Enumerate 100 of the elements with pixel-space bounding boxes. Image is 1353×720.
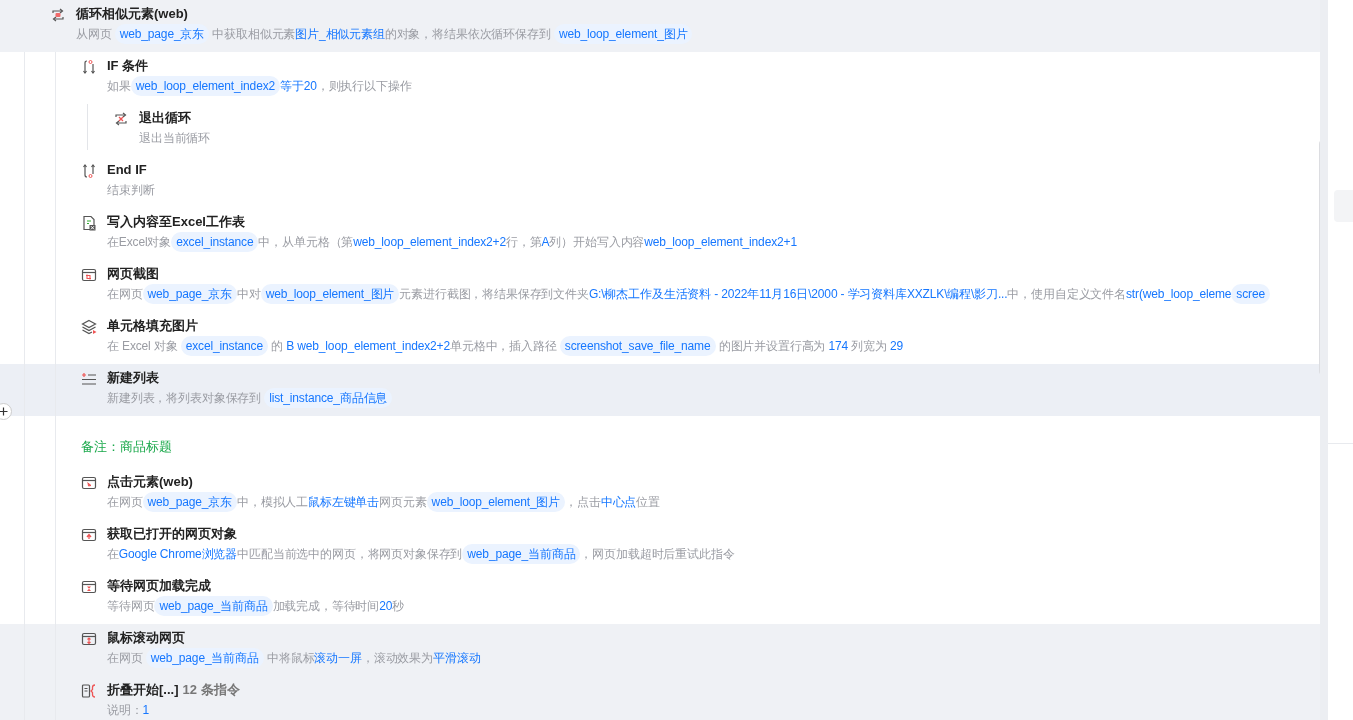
variable-tag[interactable]: web_page_京东	[142, 492, 237, 512]
description-text: 秒	[392, 598, 405, 615]
list-icon	[81, 371, 97, 387]
description-text: 网页元素	[379, 494, 427, 511]
description-text: ，滚动效果为	[361, 650, 433, 667]
variable-tag[interactable]: web_page_当前商品	[154, 596, 273, 616]
description-text: 在	[107, 546, 119, 563]
description-text: 在 Excel 对象	[107, 338, 179, 355]
step-row[interactable]: 新建列表 新建列表，将列表对象保存到 list_instance_商品信息	[0, 364, 1320, 416]
step-title: End IF	[107, 162, 147, 177]
variable-tag[interactable]: web_loop_element_图片	[553, 24, 693, 44]
end-branch-icon	[81, 163, 97, 179]
description-text: 说明：	[107, 702, 143, 719]
variable-tag[interactable]: screenshot_save_file_name	[559, 336, 716, 356]
browser-crop-icon	[81, 267, 97, 283]
parameter-value: 滚动一屏	[314, 650, 362, 667]
step-row[interactable]: End IF 结束判断	[0, 156, 1320, 208]
description-text: 中将鼠标	[266, 650, 315, 667]
parameter-value: 等于20	[280, 78, 317, 95]
variable-tag[interactable]: scree	[1231, 284, 1270, 304]
step-title: 点击元素(web)	[107, 474, 193, 489]
variable-tag[interactable]: web_page_当前商品	[145, 648, 264, 668]
description-text: 中对	[237, 286, 261, 303]
note-text: 备注：商品标题	[81, 439, 172, 456]
description-text: 位置	[636, 494, 660, 511]
description-text: 在网页	[107, 650, 144, 667]
description-text: ，网页加载超时后重试此指令	[580, 546, 735, 563]
variable-tag[interactable]: web_loop_element_index2	[130, 76, 281, 96]
parameter-value: 平滑滚动	[432, 650, 481, 667]
description-text: 等待网页	[107, 598, 155, 615]
description-text: 单元格中，插入路径	[449, 338, 558, 355]
layers-icon	[81, 319, 97, 335]
description-text: 行，第	[506, 234, 542, 251]
description-text: 中匹配当前选中的网页，将网页对象保存到	[237, 546, 463, 563]
description-text: 加载完成，等待时间	[272, 598, 380, 615]
loop-icon	[50, 7, 66, 23]
description-text: 在网页	[107, 494, 143, 511]
description-text: 的图片并设置行高为	[717, 338, 827, 355]
variable-tag[interactable]: excel_instance	[171, 232, 259, 252]
description-text: 的对象，将结果依次循环保存到	[384, 26, 552, 43]
step-title: 新建列表	[107, 370, 159, 385]
description-text: 列宽为	[850, 338, 888, 355]
step-title: 写入内容至Excel工作表	[107, 214, 245, 229]
parameter-value: 图片_相似元素组	[295, 26, 385, 43]
description-text: 元素进行截图，将结果保存到文件夹	[399, 286, 589, 303]
browser-scroll-icon	[81, 631, 97, 647]
description-text: 在Excel对象	[107, 234, 172, 251]
browser-hourglass-icon	[81, 579, 97, 595]
parameter-value: str(web_loop_eleme	[1126, 286, 1232, 303]
step-row[interactable]: 网页截图 在网页 web_page_京东 中对 web_loop_element_图片 元素进行截图，将结果保存到文件夹G:\柳杰工作及生活资料 - 2022年11月16日\2000 - 学习资料库XXZLK\编程\影刀...中，使用自定义文件名str(web_loop_eleme scree	[0, 260, 1320, 312]
parameter-value: 中心点	[600, 494, 637, 511]
exit-loop-icon	[113, 111, 129, 127]
description-text: 新建列表，将列表对象保存到	[107, 390, 263, 407]
variable-tag[interactable]: web_page_当前商品	[462, 544, 581, 564]
parameter-value: web_loop_element_index2+2	[353, 234, 506, 251]
description-text: 列）开始写入内容	[549, 234, 645, 251]
step-title: 等待网页加载完成	[107, 578, 211, 593]
description-text: ，点击	[565, 494, 601, 511]
parameter-value: 1	[142, 702, 150, 719]
splitter-bar[interactable]	[1320, 0, 1328, 720]
description-text: 如果	[107, 78, 131, 95]
variable-tag[interactable]: web_loop_element_图片	[260, 284, 400, 304]
step-title: IF 条件	[107, 58, 149, 73]
step-title: 退出循环	[139, 110, 191, 125]
add-icon[interactable]	[0, 403, 12, 420]
description-text: ，则执行以下操作	[316, 78, 412, 95]
description-text: 结束判断	[107, 182, 155, 199]
parameter-value: 鼠标左键单击	[308, 494, 380, 511]
description-text: 中，使用自定义文件名	[1007, 286, 1126, 303]
variable-tag[interactable]: web_page_京东	[142, 284, 237, 304]
step-row[interactable]: 循环相似元素(web) 从网页 web_page_京东 中获取相似元素图片_相似元素组的对象，将结果依次循环保存到 web_loop_element_图片	[0, 0, 1320, 52]
step-row[interactable]: 获取已打开的网页对象 在Google Chrome浏览器中匹配当前选中的网页，将网页对象保存到 web_page_当前商品 ，网页加载超时后重试此指令	[0, 520, 1320, 572]
spreadsheet-icon	[81, 215, 97, 231]
step-row[interactable]: 折叠开始[...] 12 条指令 说明：1	[0, 676, 1320, 720]
parameter-value: web_loop_element_index2+1	[644, 234, 797, 251]
step-row[interactable]: IF 条件 如果 web_loop_element_index2 等于20，则执行以下操作	[0, 52, 1320, 104]
description-text: 退出当前循环	[139, 130, 211, 147]
variable-tag[interactable]: web_loop_element_图片	[426, 492, 566, 512]
browser-click-icon	[81, 475, 97, 491]
variable-tag[interactable]: web_page_京东	[114, 24, 210, 44]
variable-tag[interactable]: excel_instance	[180, 336, 268, 356]
description-text: 中，模拟人工	[237, 494, 309, 511]
parameter-value: 174	[828, 338, 849, 355]
description-text: 中获取相似元素	[211, 26, 296, 43]
step-row[interactable]: 点击元素(web) 在网页 web_page_京东 中，模拟人工鼠标左键单击网页元素 web_loop_element_图片 ，点击中心点位置	[0, 468, 1320, 520]
variable-tag[interactable]: list_instance_商品信息	[264, 388, 393, 408]
instruction-count: 12 条指令	[182, 682, 240, 697]
step-row[interactable]: 鼠标滚动网页 在网页 web_page_当前商品 中将鼠标滚动一屏，滚动效果为平滑滚动	[0, 624, 1320, 676]
step-title: 折叠开始[...]	[107, 682, 179, 697]
step-title: 单元格填充图片	[107, 318, 198, 333]
description-text: 的	[270, 338, 285, 355]
parameter-value: G:\柳杰工作及生活资料 - 2022年11月16日\2000 - 学习资料库XXZLK\编程\影刀...	[588, 286, 1008, 303]
description-text: 从网页	[76, 26, 113, 43]
step-title: 获取已打开的网页对象	[107, 526, 237, 541]
step-row[interactable]: 退出循环 退出当前循环	[0, 104, 1320, 156]
description-text: 在网页	[107, 286, 143, 303]
step-title: 循环相似元素(web)	[76, 6, 188, 21]
parameter-value: 29	[890, 338, 904, 355]
branch-icon	[81, 59, 97, 75]
step-row[interactable]: 写入内容至Excel工作表 在Excel对象 excel_instance 中，从单元格（第web_loop_element_index2+2行，第A列）开始写入内容web_loop_element_index2+1	[0, 208, 1320, 260]
